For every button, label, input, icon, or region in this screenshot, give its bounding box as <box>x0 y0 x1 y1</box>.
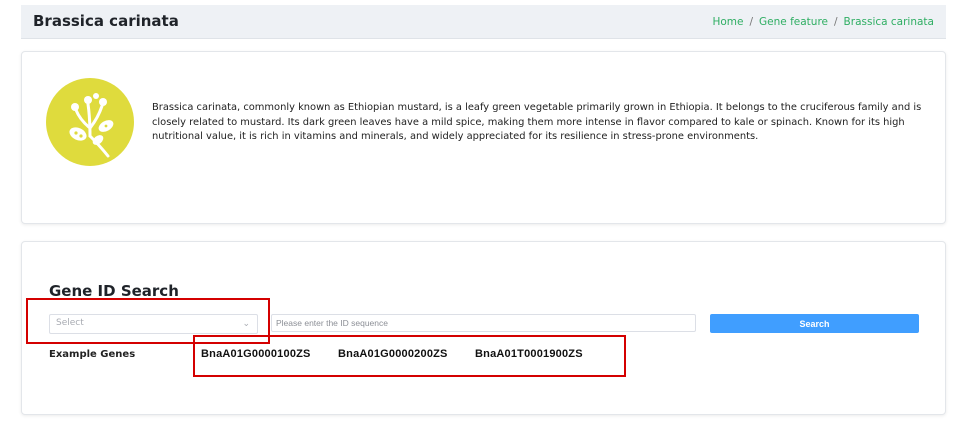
select-placeholder: Select <box>56 318 84 328</box>
example-gene-link[interactable]: BnaA01G0000100ZS <box>201 348 311 360</box>
breadcrumb-current[interactable]: Brassica carinata <box>844 16 934 28</box>
example-gene-link[interactable]: BnaA01G0000200ZS <box>338 348 448 360</box>
chevron-down-icon: ⌄ <box>242 318 250 328</box>
species-intro-card: Brassica carinata, commonly known as Eth… <box>21 51 946 224</box>
example-genes-label: Example Genes <box>49 349 136 360</box>
breadcrumb-home[interactable]: Home <box>712 16 743 28</box>
gene-id-input[interactable] <box>271 314 696 332</box>
gene-search-title: Gene ID Search <box>49 282 179 300</box>
species-description: Brassica carinata, commonly known as Eth… <box>152 102 922 142</box>
page-title: Brassica carinata <box>33 12 179 30</box>
search-button[interactable]: Search <box>710 314 919 333</box>
example-gene-link[interactable]: BnaA01T0001900ZS <box>475 348 583 360</box>
gene-search-card: Gene ID Search Select ⌄ Search Example G… <box>21 241 946 415</box>
breadcrumb-separator: / <box>834 16 838 28</box>
breadcrumb-separator: / <box>749 16 754 28</box>
breadcrumb: Home / Gene feature / Brassica carinata <box>712 16 934 28</box>
page-header: Brassica carinata Home / Gene feature / Bras… <box>21 5 946 39</box>
flower-plant-icon <box>46 78 134 166</box>
species-select[interactable]: Select ⌄ <box>49 314 258 334</box>
breadcrumb-gene-feature[interactable]: Gene feature <box>759 16 828 28</box>
